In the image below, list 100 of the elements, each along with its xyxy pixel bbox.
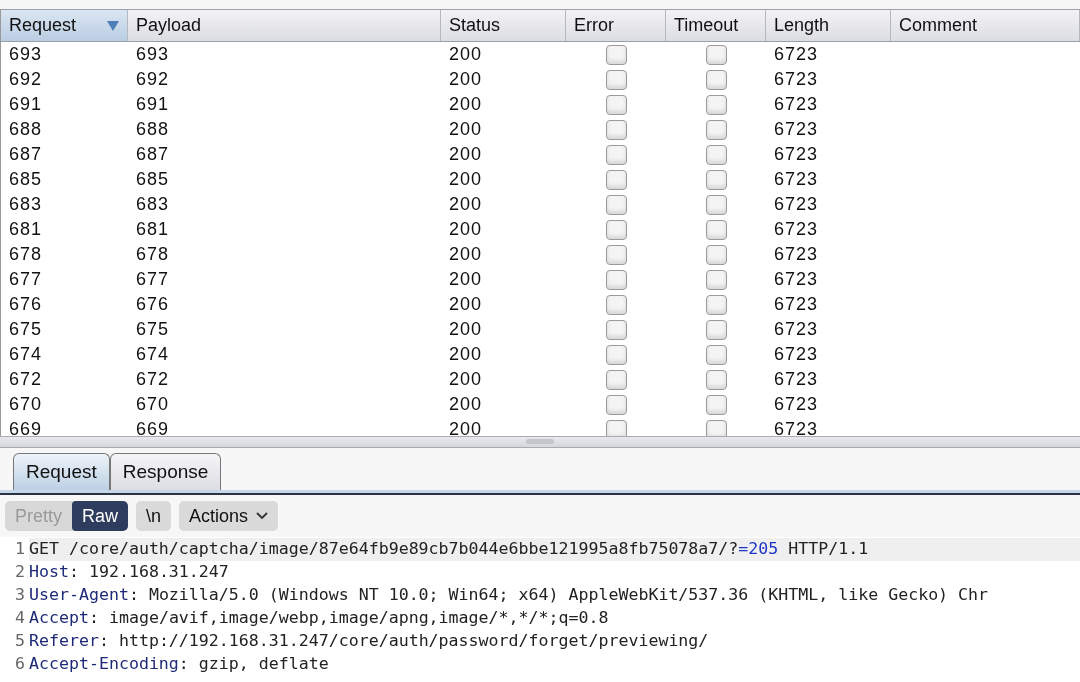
checkbox[interactable] — [605, 344, 627, 365]
checkbox[interactable] — [705, 269, 727, 290]
table-cell-text: 691 — [8, 93, 44, 116]
table-cell-text: 6723 — [773, 143, 820, 166]
column-header[interactable]: Status — [441, 10, 566, 41]
checkbox[interactable] — [605, 419, 627, 436]
table-cell-text: 6723 — [773, 318, 820, 341]
table-cell-text: 672 — [135, 368, 171, 391]
checkbox[interactable] — [605, 219, 627, 240]
checkbox[interactable] — [605, 169, 627, 190]
column-header[interactable]: Timeout — [666, 10, 766, 41]
table-cell-text: 6723 — [773, 368, 820, 391]
checkbox[interactable] — [705, 94, 727, 115]
checkbox[interactable] — [605, 119, 627, 140]
table-cell-text: 6723 — [773, 243, 820, 266]
table-cell-text: 693 — [8, 43, 44, 66]
table-cell-text: 200 — [448, 143, 484, 166]
table-cell-text: 6723 — [773, 68, 820, 91]
checkbox[interactable] — [605, 44, 627, 65]
table-cell-text: 681 — [135, 218, 171, 241]
table-cell-text: 6723 — [773, 93, 820, 116]
column-header[interactable]: Length — [766, 10, 891, 41]
table-cell-text: 6723 — [773, 393, 820, 416]
checkbox[interactable] — [705, 344, 727, 365]
checkbox[interactable] — [705, 44, 727, 65]
table-cell-text: 200 — [448, 43, 484, 66]
checkbox[interactable] — [705, 219, 727, 240]
checkbox[interactable] — [605, 294, 627, 315]
view-mode-tab[interactable]: Raw — [72, 501, 129, 531]
tab[interactable]: Response — [109, 453, 222, 490]
table-cell-text: 200 — [448, 68, 484, 91]
table-cell-text: 200 — [448, 218, 484, 241]
column-header[interactable]: Error — [566, 10, 666, 41]
table-cell-text: 691 — [135, 93, 171, 116]
column-header[interactable]: Payload — [128, 10, 441, 41]
table-cell-text: 678 — [135, 243, 171, 266]
checkbox[interactable] — [705, 419, 727, 436]
checkbox[interactable] — [705, 369, 727, 390]
checkbox[interactable] — [705, 294, 727, 315]
checkbox[interactable] — [705, 394, 727, 415]
code-line: Accept: image/avif,image/webp,image/apng,image/*,*/*;q=0.8 — [29, 607, 610, 630]
table-cell-text: 688 — [8, 118, 44, 141]
table-cell-text: 677 — [135, 268, 171, 291]
table-cell-text: 683 — [8, 193, 44, 216]
tab[interactable]: Request — [13, 453, 110, 490]
table-cell-text: 200 — [448, 293, 484, 316]
split-handle[interactable] — [526, 439, 554, 444]
table-cell-text: 200 — [448, 168, 484, 191]
checkbox[interactable] — [705, 194, 727, 215]
table-cell-text: 677 — [8, 268, 44, 291]
checkbox[interactable] — [605, 194, 627, 215]
actions-dropdown[interactable]: Actions — [179, 501, 279, 531]
code-line: Host: 192.168.31.247 — [29, 561, 230, 584]
table-cell-text: 6723 — [773, 43, 820, 66]
table-cell-text: 676 — [135, 293, 171, 316]
checkbox[interactable] — [605, 94, 627, 115]
checkbox[interactable] — [605, 244, 627, 265]
newline-toggle[interactable]: \n — [136, 501, 172, 531]
code-line: Accept-Encoding: gzip, deflate — [29, 653, 330, 676]
checkbox[interactable] — [605, 69, 627, 90]
checkbox[interactable] — [605, 319, 627, 340]
table-cell-text: 676 — [8, 293, 44, 316]
table-cell-text: 685 — [8, 168, 44, 191]
code-line: User-Agent: Mozilla/5.0 (Windows NT 10.0; Win64; x64) AppleWebKit/537.36 (KHTML, like Gecko) Chr — [29, 584, 990, 607]
table-cell-text: 200 — [448, 193, 484, 216]
table-cell-text: 687 — [135, 143, 171, 166]
checkbox[interactable] — [705, 319, 727, 340]
table-cell-text: 675 — [135, 318, 171, 341]
checkbox[interactable] — [705, 69, 727, 90]
column-header[interactable]: Request — [1, 10, 128, 41]
checkbox[interactable] — [705, 169, 727, 190]
checkbox[interactable] — [705, 119, 727, 140]
checkbox[interactable] — [605, 394, 627, 415]
table-cell-text: 683 — [135, 193, 171, 216]
checkbox[interactable] — [605, 144, 627, 165]
table-cell-text: 687 — [8, 143, 44, 166]
checkbox[interactable] — [705, 144, 727, 165]
table-cell-text: 6723 — [773, 218, 820, 241]
table-cell-text: 200 — [448, 368, 484, 391]
table-cell-text: 674 — [8, 343, 44, 366]
table-cell-text: 6723 — [773, 268, 820, 291]
table-cell-text: 200 — [448, 393, 484, 416]
table-cell-text: 675 — [8, 318, 44, 341]
table-cell-text: 681 — [8, 218, 44, 241]
table-cell-text: 200 — [448, 118, 484, 141]
table-cell-text: 670 — [8, 393, 44, 416]
checkbox[interactable] — [705, 244, 727, 265]
table-cell-text: 688 — [135, 118, 171, 141]
table-cell-text: 200 — [448, 318, 484, 341]
checkbox[interactable] — [605, 369, 627, 390]
table-cell-text: 200 — [448, 268, 484, 291]
table-cell-text: 672 — [8, 368, 44, 391]
column-header[interactable]: Comment — [891, 10, 1080, 41]
table-cell-text: 674 — [135, 343, 171, 366]
table-cell-text: 200 — [448, 418, 484, 436]
checkbox[interactable] — [605, 269, 627, 290]
table-cell-text: 669 — [135, 418, 171, 436]
table-cell-text: 6723 — [773, 193, 820, 216]
table-cell-text: 200 — [448, 243, 484, 266]
table-cell-text: 200 — [448, 343, 484, 366]
